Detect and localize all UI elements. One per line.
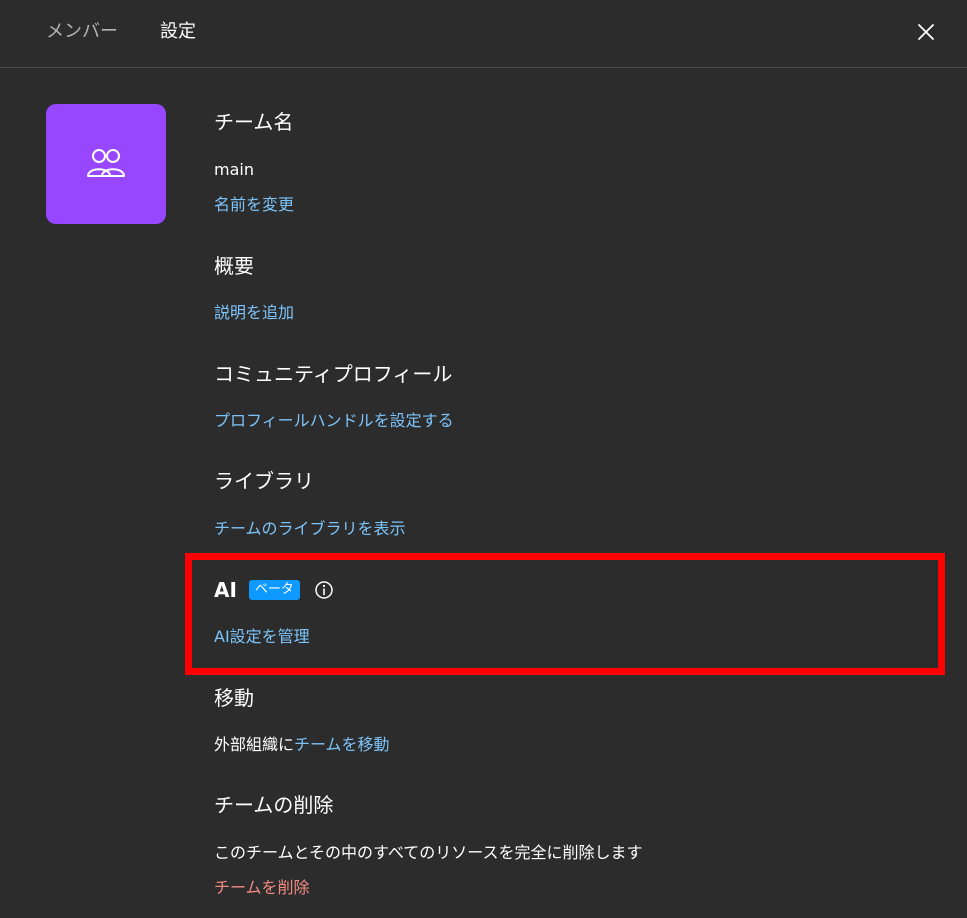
close-button[interactable] bbox=[912, 18, 940, 46]
community-profile-title: コミュニティプロフィール bbox=[214, 362, 453, 386]
team-name-value: main bbox=[214, 160, 254, 179]
library-title: ライブラリ bbox=[214, 469, 314, 493]
info-icon[interactable] bbox=[314, 580, 334, 600]
set-profile-handle-link[interactable]: プロフィールハンドルを設定する bbox=[214, 410, 454, 432]
header: メンバー 設定 bbox=[0, 0, 967, 68]
highlight-box bbox=[185, 553, 945, 675]
overview-title: 概要 bbox=[214, 254, 254, 278]
ai-header: AI ベータ bbox=[214, 577, 334, 603]
close-icon bbox=[918, 24, 934, 40]
view-library-link[interactable]: チームのライブラリを表示 bbox=[214, 518, 406, 540]
beta-badge: ベータ bbox=[248, 580, 300, 600]
delete-team-link[interactable]: チームを削除 bbox=[214, 877, 310, 899]
move-text: 外部組織に bbox=[214, 735, 295, 754]
team-users-icon bbox=[87, 149, 125, 177]
team-name-title: チーム名 bbox=[214, 110, 294, 134]
ai-title: AI bbox=[214, 578, 237, 602]
delete-title: チームの削除 bbox=[214, 793, 334, 817]
delete-description: このチームとその中のすべてのリソースを完全に削除します bbox=[214, 843, 643, 862]
team-avatar bbox=[46, 104, 166, 224]
move-title: 移動 bbox=[214, 686, 254, 710]
rename-link[interactable]: 名前を変更 bbox=[214, 194, 294, 216]
manage-ai-settings-link[interactable]: AI設定を管理 bbox=[214, 626, 310, 648]
move-row: 外部組織にチームを移動 bbox=[214, 734, 390, 756]
add-description-link[interactable]: 説明を追加 bbox=[214, 302, 294, 324]
tab-members[interactable]: メンバー bbox=[46, 20, 118, 44]
tab-settings[interactable]: 設定 bbox=[160, 20, 196, 44]
move-team-link[interactable]: チームを移動 bbox=[294, 735, 390, 754]
